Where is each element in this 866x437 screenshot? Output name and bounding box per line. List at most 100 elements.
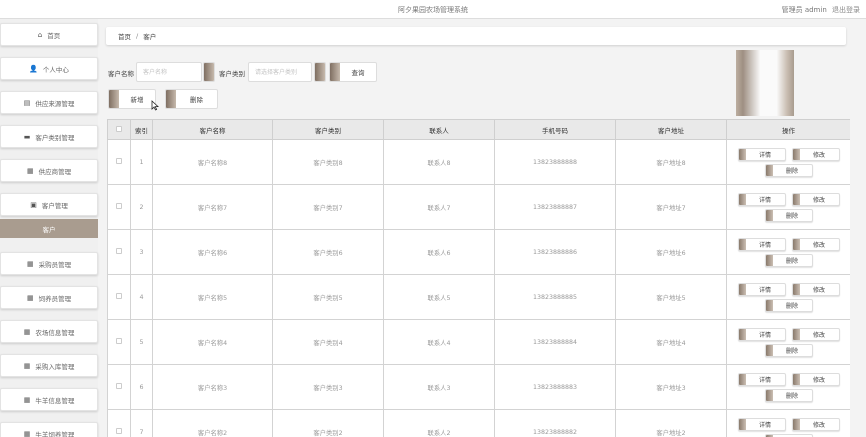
button-accent	[792, 283, 800, 295]
sidebar-item-breeder[interactable]: ▦ 饲养员管理	[0, 286, 98, 309]
search-button[interactable]: 查询	[329, 62, 377, 82]
row-delete-button[interactable]: 删除	[764, 253, 813, 267]
detail-button[interactable]: 详情	[737, 237, 786, 251]
row-delete-button[interactable]: 删除	[764, 298, 813, 312]
detail-button[interactable]: 详情	[737, 327, 786, 341]
sidebar-item-label: 供应商管理	[38, 167, 72, 176]
column-header: 客户类别	[272, 119, 384, 140]
detail-button[interactable]: 详情	[737, 372, 786, 386]
button-accent	[765, 164, 773, 176]
delete-button-label: 删除	[190, 96, 203, 104]
contact-cell: 联系人2	[383, 409, 495, 437]
row-checkbox[interactable]	[116, 203, 122, 209]
row-checkbox[interactable]	[116, 293, 122, 299]
detail-button-label: 详情	[758, 421, 771, 429]
address-cell: 客户地址2	[615, 409, 727, 437]
column-header: 手机号码	[494, 119, 616, 140]
sidebar-item-label: 客户管理	[41, 201, 68, 210]
search-button-label: 查询	[351, 69, 365, 77]
sidebar-item-supply-source[interactable]: ▤ 供应来源管理	[0, 91, 98, 114]
sidebar-item-label: 采购入库管理	[35, 362, 75, 371]
button-accent	[738, 328, 746, 340]
contact-cell: 联系人3	[383, 364, 495, 410]
top-bar: 阿夕果园农场管理系统 管理员 admin 退出登录	[0, 0, 866, 19]
sidebar-item-supplier[interactable]: ▦ 供应商管理	[0, 159, 98, 182]
sidebar-item-label: 牛羊饲养管理	[35, 430, 75, 437]
address-cell: 客户地址3	[615, 364, 727, 410]
row-checkbox[interactable]	[116, 383, 122, 389]
sidebar-item-purchaser[interactable]: ▦ 采购员管理	[0, 252, 98, 275]
edit-button[interactable]: 修改	[791, 372, 840, 386]
sidebar-subitem-customer[interactable]: 客户	[0, 219, 98, 238]
detail-button-label: 详情	[758, 151, 771, 159]
detail-button[interactable]: 详情	[737, 417, 786, 431]
grid-icon: ▦	[26, 166, 34, 175]
row-index: 6	[130, 364, 153, 410]
row-checkbox[interactable]	[116, 338, 122, 344]
edit-button-label: 修改	[812, 151, 825, 159]
operations-cell: 详情 修改删除	[726, 319, 850, 365]
button-accent	[765, 209, 773, 221]
customer-name-cell: 客户名称3	[152, 364, 273, 410]
edit-button[interactable]: 修改	[791, 417, 840, 431]
edit-button[interactable]: 修改	[791, 192, 840, 206]
row-delete-button[interactable]: 删除	[764, 433, 813, 437]
phone-cell: 13823888887	[494, 184, 616, 230]
customer-type-select[interactable]	[248, 62, 312, 82]
row-delete-button[interactable]: 删除	[764, 163, 813, 177]
address-cell: 客户地址6	[615, 229, 727, 275]
table-row: 6 客户名称3 客户类别3 联系人3 13823888883 客户地址3 详情 修改删除	[107, 364, 850, 410]
customer-name-cell: 客户名称8	[152, 139, 273, 185]
sidebar-item-livestock-feeding[interactable]: ▦ 牛羊饲养管理	[0, 422, 98, 437]
grid-icon: ▦	[23, 395, 31, 404]
phone-cell: 13823888882	[494, 409, 616, 437]
button-accent	[792, 328, 800, 340]
column-header: 索引	[130, 119, 153, 140]
contact-cell: 联系人5	[383, 274, 495, 320]
sidebar-item-profile[interactable]: 👤 个人中心	[0, 57, 98, 80]
detail-button[interactable]: 详情	[737, 192, 786, 206]
edit-button[interactable]: 修改	[791, 147, 840, 161]
edit-button-label: 修改	[812, 196, 825, 204]
select-all-checkbox[interactable]	[116, 125, 122, 132]
row-checkbox[interactable]	[116, 248, 122, 254]
sidebar-item-farm-info[interactable]: ▦ 农场信息管理	[0, 320, 98, 343]
edit-button[interactable]: 修改	[791, 237, 840, 251]
row-checkbox[interactable]	[116, 428, 122, 434]
monitor-icon: ▬	[23, 132, 31, 141]
detail-button[interactable]: 详情	[737, 147, 786, 161]
row-delete-button[interactable]: 删除	[764, 343, 813, 357]
logout-link[interactable]: 退出登录	[832, 6, 860, 14]
phone-cell: 13823888883	[494, 364, 616, 410]
row-select-cell	[107, 364, 131, 410]
contact-cell: 联系人4	[383, 319, 495, 365]
sidebar-item-home[interactable]: ⌂ 首页	[0, 23, 98, 46]
row-delete-button[interactable]: 删除	[764, 208, 813, 222]
row-index: 3	[130, 229, 153, 275]
detail-button[interactable]: 详情	[737, 282, 786, 296]
user-name: 管理员 admin	[781, 6, 827, 14]
sidebar-item-purchase-stock[interactable]: ▦ 采购入库管理	[0, 354, 98, 377]
address-cell: 客户地址8	[615, 139, 727, 185]
edit-button[interactable]: 修改	[791, 327, 840, 341]
operations-cell: 详情 修改删除	[726, 274, 850, 320]
customer-name-input[interactable]	[136, 62, 202, 82]
sidebar-item-label: 牛羊信息管理	[35, 396, 75, 405]
detail-button-label: 详情	[758, 241, 771, 249]
button-accent	[738, 373, 746, 385]
customer-type-cell: 客户类别7	[272, 184, 384, 230]
row-delete-button[interactable]: 删除	[764, 388, 813, 402]
add-button[interactable]: 新增	[108, 89, 156, 109]
phone-cell: 13823888885	[494, 274, 616, 320]
sidebar-item-customer-type[interactable]: ▬ 客户类别管理	[0, 125, 98, 148]
row-checkbox[interactable]	[116, 158, 122, 164]
sidebar-item-customer[interactable]: ▣ 客户管理	[0, 193, 98, 216]
breadcrumb-home[interactable]: 首页	[118, 31, 131, 41]
customer-type-cell: 客户类别3	[272, 364, 384, 410]
edit-button[interactable]: 修改	[791, 282, 840, 296]
column-header: 操作	[726, 119, 850, 140]
delete-button[interactable]: 删除	[165, 89, 218, 109]
sidebar-item-livestock-info[interactable]: ▦ 牛羊信息管理	[0, 388, 98, 411]
row-delete-button-label: 删除	[785, 302, 798, 310]
button-accent	[765, 344, 773, 356]
